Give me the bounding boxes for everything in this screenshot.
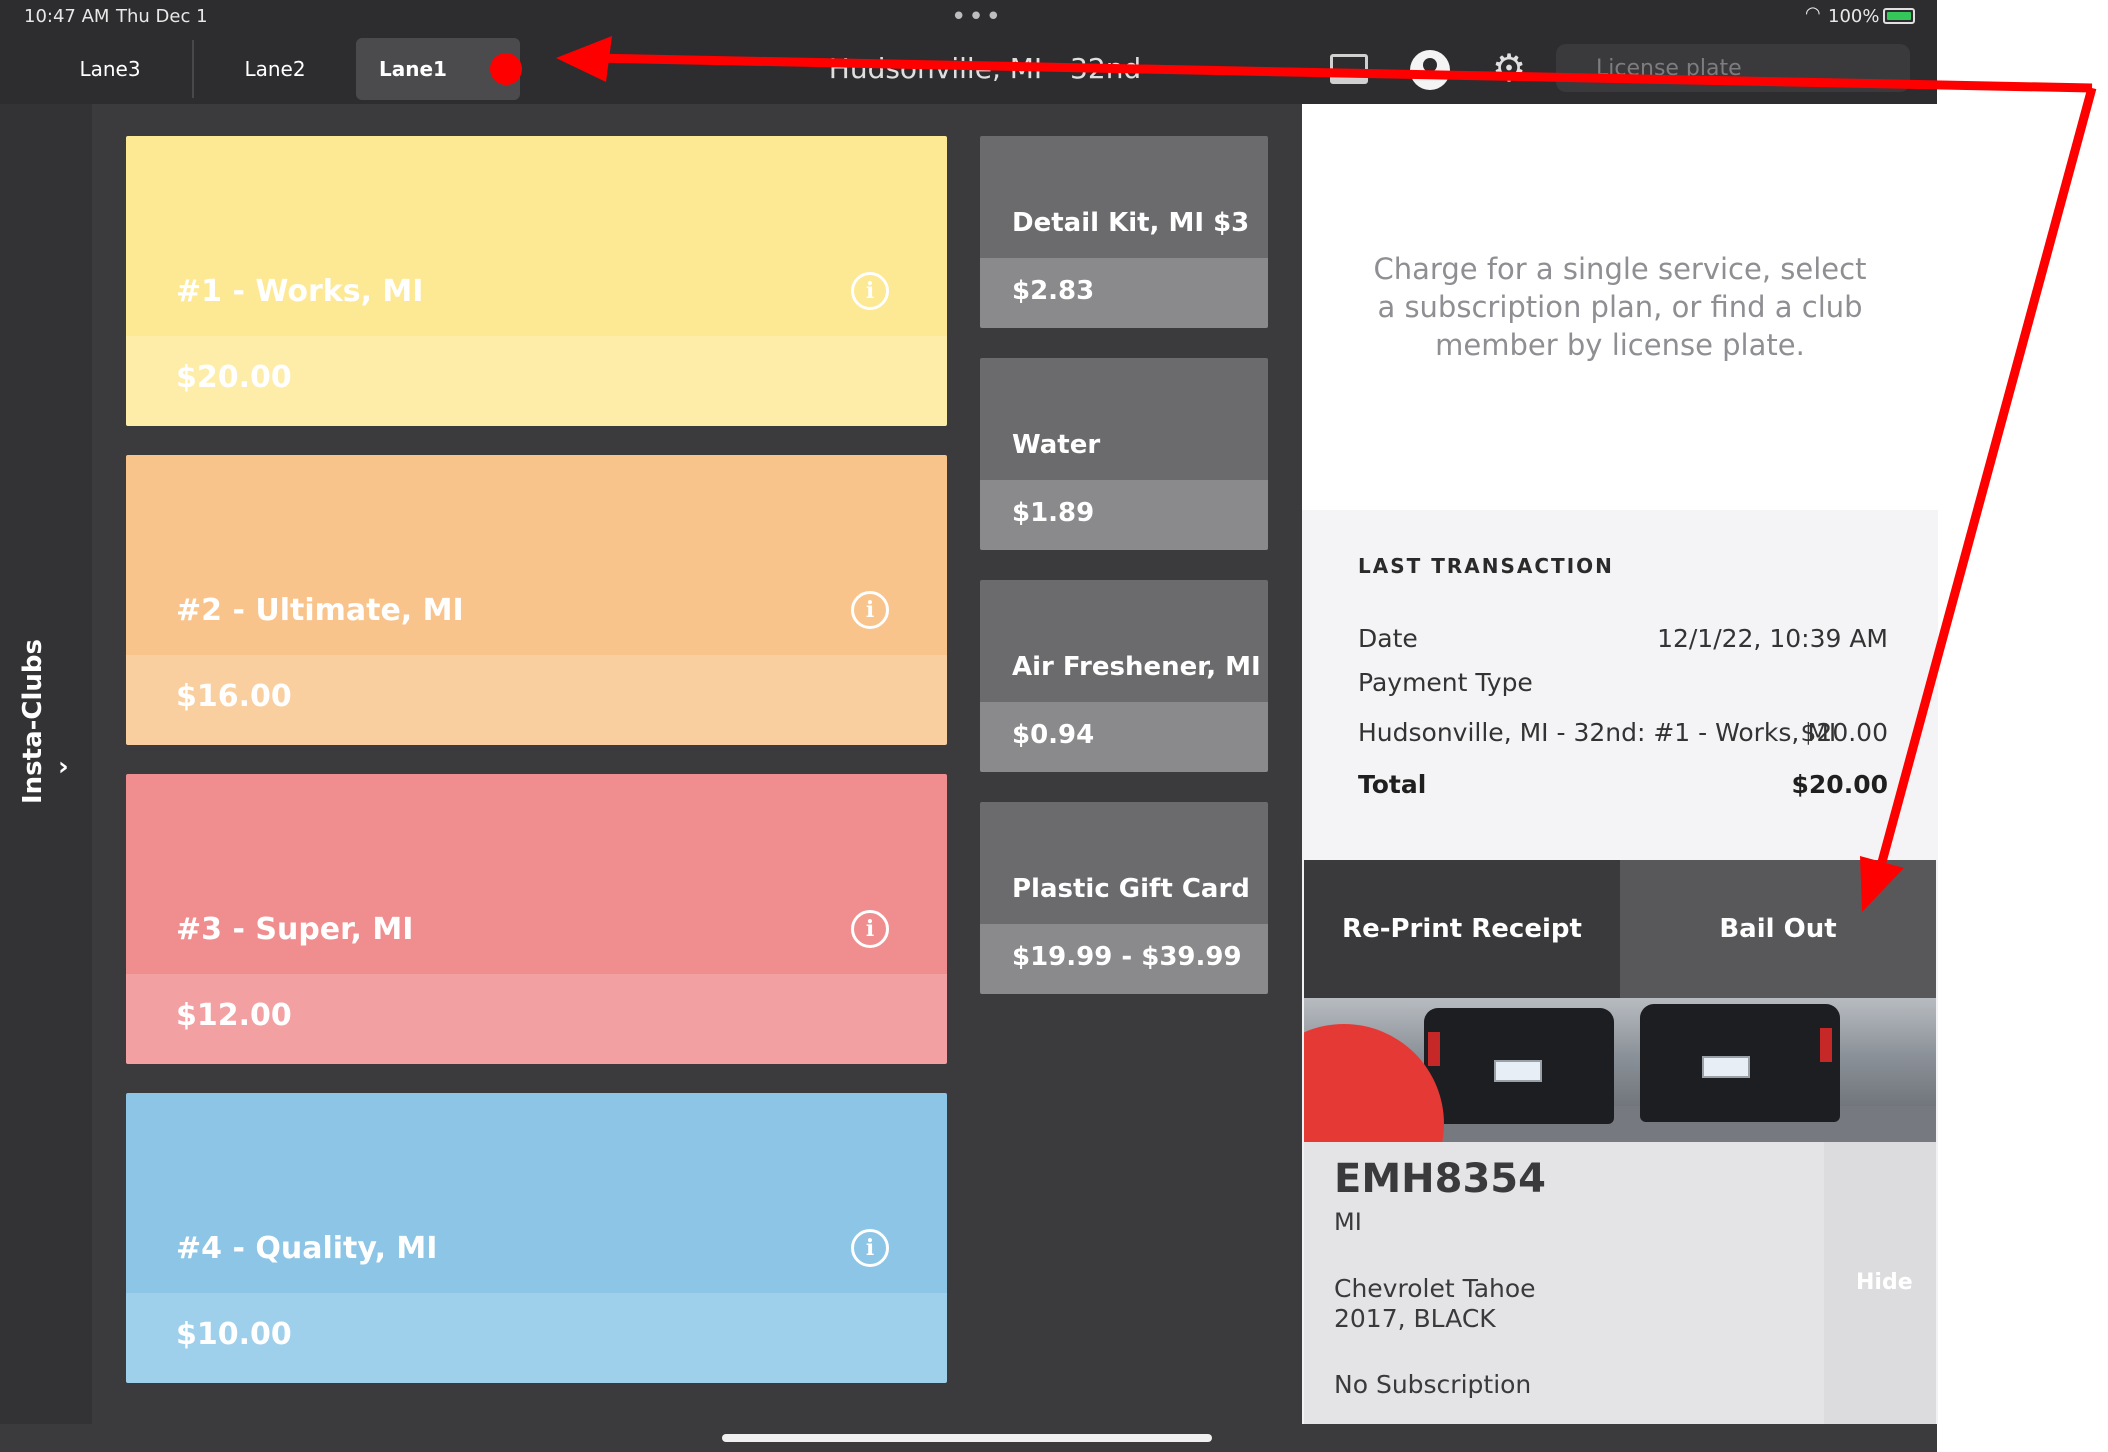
pos-screen: 10:47 AM Thu Dec 1 ••• ◠ 100% Lane3 Lane… [0, 0, 1938, 1452]
nav-bar: Lane3 Lane2 Lane1 Hudsonville, MI - 32nd… [0, 32, 1937, 104]
home-indicator [722, 1434, 1212, 1442]
addon-plastic-gift-card[interactable]: Plastic Gift Card $19.99 - $39.99 [980, 802, 1268, 994]
status-date: Thu Dec 1 [116, 6, 208, 27]
tx-item-label: Hudsonville, MI - 32nd: #1 - Works, MI [1358, 718, 1837, 747]
addon-header: Water [980, 358, 1268, 480]
addon-footer: $0.94 [980, 702, 1268, 772]
transaction-panel: Charge for a single service, select a su… [1302, 104, 1938, 1424]
addon-footer: $2.83 [980, 258, 1268, 328]
tx-date-value: 12/1/22, 10:39 AM [1657, 624, 1888, 653]
tx-total-row: Total $20.00 [1358, 770, 1888, 799]
battery-icon [1883, 8, 1915, 24]
reprint-receipt-button[interactable]: Re-Print Receipt [1304, 860, 1620, 998]
tab-lane1[interactable]: Lane1 [356, 38, 520, 100]
cash-register-icon[interactable] [1330, 54, 1368, 84]
subscription-status: No Subscription [1334, 1370, 1532, 1399]
info-icon[interactable]: i [851, 1229, 889, 1267]
wash-card-ultimate[interactable]: #2 - Ultimate, MI $16.00 i [126, 455, 947, 745]
vehicle-model: Chevrolet Tahoe [1334, 1274, 1536, 1303]
vehicle-year-color: 2017, BLACK [1334, 1304, 1496, 1333]
addon-name: Plastic Gift Card [1012, 874, 1250, 904]
addon-header: Detail Kit, MI $3 [980, 136, 1268, 258]
addon-header: Plastic Gift Card [980, 802, 1268, 924]
addon-header: Air Freshener, MI [980, 580, 1268, 702]
status-time: 10:47 AM [24, 6, 110, 27]
tx-total-value: $20.00 [1791, 770, 1888, 799]
prompt-text: Charge for a single service, select a su… [1373, 252, 1867, 362]
transaction-actions: Re-Print Receipt Bail Out [1302, 860, 1938, 998]
tab-divider [192, 40, 194, 98]
tx-total-label: Total [1358, 770, 1427, 799]
addon-footer: $19.99 - $39.99 [980, 924, 1268, 994]
license-plate-search-input[interactable] [1556, 44, 1910, 92]
prompt-area: Charge for a single service, select a su… [1302, 104, 1938, 510]
addon-price: $19.99 - $39.99 [1012, 942, 1242, 972]
addon-price: $0.94 [1012, 720, 1095, 750]
battery-percent: 100% [1828, 6, 1880, 27]
vehicle-photo-right [1620, 998, 1936, 1142]
addon-water[interactable]: Water $1.89 [980, 358, 1268, 550]
vehicle-photo [1304, 998, 1936, 1142]
vehicle-photo-left [1304, 998, 1620, 1142]
last-transaction: LAST TRANSACTION Date 12/1/22, 10:39 AM … [1302, 510, 1938, 860]
addon-name: Detail Kit, MI $3 [1012, 208, 1250, 238]
gear-icon[interactable]: ⚙ [1492, 46, 1526, 90]
addon-name: Water [1012, 430, 1101, 460]
wash-price: $10.00 [176, 1317, 292, 1352]
wash-card-footer: $10.00 [126, 1293, 947, 1383]
wash-card-footer: $16.00 [126, 655, 947, 745]
license-plate-number: EMH8354 [1334, 1156, 1546, 1202]
chevron-right-icon[interactable]: › [58, 752, 69, 782]
wash-card-header: #4 - Quality, MI [126, 1093, 947, 1293]
account-icon[interactable] [1410, 50, 1450, 90]
tab-lane3[interactable]: Lane3 [40, 38, 180, 100]
wash-name: #4 - Quality, MI [176, 1231, 438, 1266]
wash-card-quality[interactable]: #4 - Quality, MI $10.00 i [126, 1093, 947, 1383]
license-plate-state: MI [1334, 1208, 1362, 1236]
wifi-icon: ◠ [1805, 3, 1821, 24]
wash-name: #1 - Works, MI [176, 274, 424, 309]
sidebar-label: Insta-Clubs [18, 638, 48, 804]
wash-price: $12.00 [176, 998, 292, 1033]
tx-payment-type-row: Payment Type [1358, 668, 1888, 697]
tx-item-value: $20.00 [1800, 718, 1888, 747]
addon-air-freshener[interactable]: Air Freshener, MI $0.94 [980, 580, 1268, 772]
info-icon[interactable]: i [851, 591, 889, 629]
status-bar: 10:47 AM Thu Dec 1 ••• ◠ 100% [0, 0, 1937, 32]
wash-card-header: #1 - Works, MI [126, 136, 947, 336]
wash-card-header: #2 - Ultimate, MI [126, 455, 947, 655]
wash-card-header: #3 - Super, MI [126, 774, 947, 974]
addon-footer: $1.89 [980, 480, 1268, 550]
tx-date-row: Date 12/1/22, 10:39 AM [1358, 624, 1888, 653]
addon-price: $1.89 [1012, 498, 1095, 528]
tab-lane1-label: Lane1 [379, 57, 447, 81]
info-icon[interactable]: i [851, 910, 889, 948]
tab-lane2[interactable]: Lane2 [205, 38, 345, 100]
tx-payment-type-label: Payment Type [1358, 668, 1533, 697]
hide-button[interactable]: Hide [1856, 1270, 1913, 1295]
tx-item-row: Hudsonville, MI - 32nd: #1 - Works, MI $… [1358, 718, 1888, 747]
addon-detail-kit[interactable]: Detail Kit, MI $3 $2.83 [980, 136, 1268, 328]
wash-card-super[interactable]: #3 - Super, MI $12.00 i [126, 774, 947, 1064]
last-transaction-heading: LAST TRANSACTION [1358, 554, 1614, 578]
addon-price: $2.83 [1012, 276, 1095, 306]
wash-card-footer: $12.00 [126, 974, 947, 1064]
wash-card-footer: $20.00 [126, 336, 947, 426]
insta-clubs-sidebar[interactable]: Insta-Clubs › [0, 104, 92, 1424]
wash-name: #3 - Super, MI [176, 912, 414, 947]
wash-name: #2 - Ultimate, MI [176, 593, 464, 628]
info-icon[interactable]: i [851, 272, 889, 310]
wash-price: $20.00 [176, 360, 292, 395]
wash-price: $16.00 [176, 679, 292, 714]
addon-name: Air Freshener, MI [1012, 652, 1261, 682]
vehicle-info: EMH8354 MI Chevrolet Tahoe 2017, BLACK N… [1304, 1142, 1936, 1424]
wash-card-works[interactable]: #1 - Works, MI $20.00 i [126, 136, 947, 426]
bail-out-button[interactable]: Bail Out [1620, 860, 1936, 998]
multitask-dots-icon[interactable]: ••• [951, 2, 1003, 32]
location-title: Hudsonville, MI - 32nd [828, 52, 1142, 85]
tx-date-label: Date [1358, 624, 1418, 653]
